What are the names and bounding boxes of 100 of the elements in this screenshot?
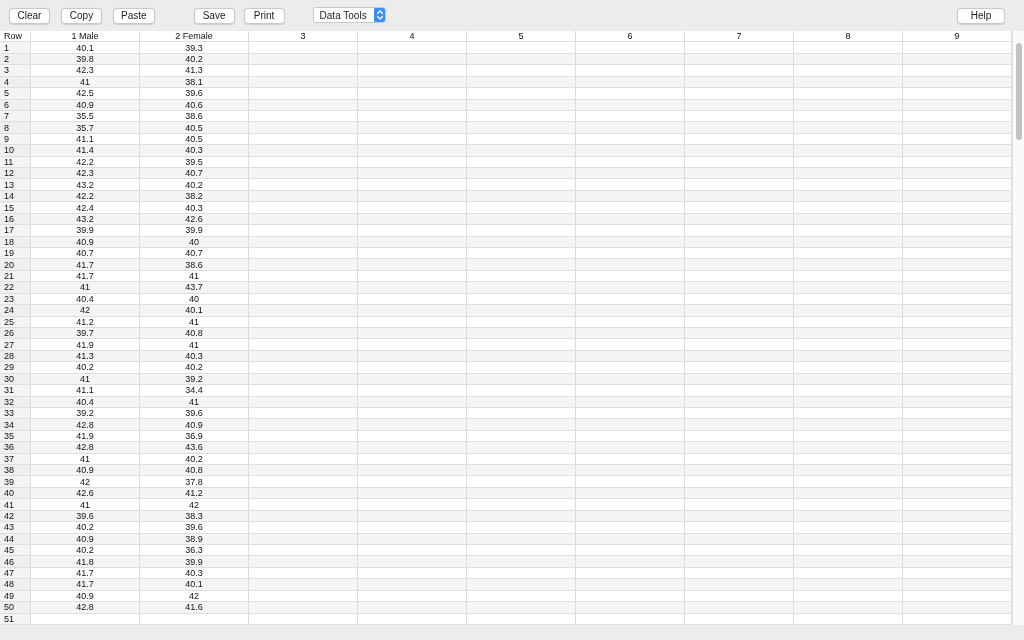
row-number: 24 <box>0 305 31 316</box>
table-cell: 41.2 <box>31 316 140 327</box>
table-cell: 41.7 <box>31 567 140 579</box>
row-number: 9 <box>0 133 31 145</box>
up-down-chevron-icon <box>373 8 385 22</box>
row-number: 50 <box>0 602 31 613</box>
table-cell: 41 <box>140 316 249 327</box>
row-number: 33 <box>0 407 31 419</box>
table-cell: 41 <box>31 499 140 510</box>
table-cell: 41 <box>31 76 140 88</box>
row-number: 39 <box>0 476 31 487</box>
column-header: 7 <box>685 31 794 42</box>
table-cell: 36.3 <box>140 545 249 556</box>
table-cell: 41.9 <box>31 339 140 350</box>
row-number: 48 <box>0 579 31 590</box>
table-cell: 40.5 <box>140 133 249 145</box>
table-cell: 40.9 <box>31 590 140 602</box>
row-number: 23 <box>0 293 31 305</box>
table-cell: 42.8 <box>31 602 140 613</box>
table-cell: 40.4 <box>31 396 140 407</box>
row-number: 31 <box>0 385 31 396</box>
table-cell: 42.5 <box>31 88 140 99</box>
column-header: 6 <box>576 31 685 42</box>
table-cell: 39.6 <box>31 510 140 522</box>
row-number: 2 <box>0 53 31 65</box>
column-header: 4 <box>358 31 467 42</box>
table-cell: 41.3 <box>31 350 140 362</box>
table-cell: 40.3 <box>140 202 249 213</box>
toolbar-button[interactable]: Clear <box>9 8 50 24</box>
table-cell: 38.3 <box>140 510 249 522</box>
table-cell: 36.9 <box>140 430 249 442</box>
scrollbar-track[interactable] <box>1012 31 1024 625</box>
row-number: 47 <box>0 567 31 579</box>
row-number: 45 <box>0 545 31 556</box>
row-number: 32 <box>0 396 31 407</box>
table-cell: 40 <box>140 293 249 305</box>
table-cell: 39.2 <box>31 407 140 419</box>
row-number: 51 <box>0 613 31 624</box>
table-cell: 42.2 <box>31 156 140 168</box>
table-cell: 39.8 <box>31 53 140 65</box>
table-cell: 42.2 <box>31 190 140 202</box>
row-number: 49 <box>0 590 31 602</box>
row-number: 30 <box>0 373 31 385</box>
row-number: 40 <box>0 487 31 499</box>
table-cell: 38.6 <box>140 259 249 270</box>
table-cell: 42.3 <box>31 168 140 179</box>
row-number: 15 <box>0 202 31 213</box>
table-cell: 41.7 <box>31 579 140 590</box>
row-number: 16 <box>0 213 31 225</box>
row-number: 34 <box>0 419 31 430</box>
table-cell: 39.9 <box>31 225 140 236</box>
table-cell: 40.5 <box>140 122 249 133</box>
row-number: 35 <box>0 430 31 442</box>
table-cell: 34.4 <box>140 385 249 396</box>
table-cell: 40.9 <box>31 465 140 476</box>
table-cell: 39.7 <box>31 327 140 339</box>
table-cell: 40.1 <box>140 579 249 590</box>
column-header: 5 <box>467 31 576 42</box>
row-number: 38 <box>0 465 31 476</box>
row-number: 19 <box>0 248 31 259</box>
table-cell: 41.6 <box>140 602 249 613</box>
table-cell: 41 <box>140 396 249 407</box>
table-cell: 41.4 <box>31 145 140 156</box>
row-number: 6 <box>0 99 31 110</box>
help-button[interactable]: Help <box>957 8 1005 24</box>
table-cell: 41 <box>31 373 140 385</box>
table-cell: 42.3 <box>31 65 140 76</box>
scrollbar-thumb[interactable] <box>1015 43 1022 140</box>
table-cell: 41.2 <box>140 487 249 499</box>
row-number: 14 <box>0 190 31 202</box>
table-cell: 39.6 <box>140 88 249 99</box>
table-cell: 42.6 <box>140 213 249 225</box>
table-cell: 39.6 <box>140 407 249 419</box>
table-cell: 41.7 <box>31 259 140 270</box>
row-number: 4 <box>0 76 31 88</box>
toolbar-button[interactable]: Save <box>193 8 235 24</box>
table-cell: 40.1 <box>31 42 140 53</box>
column-header: 1 Male <box>31 31 140 42</box>
table-cell: 35.7 <box>31 122 140 133</box>
row-number: 36 <box>0 442 31 453</box>
table-cell: 38.1 <box>140 76 249 88</box>
table-cell: 42 <box>140 499 249 510</box>
toolbar-button[interactable]: Print <box>243 8 285 24</box>
row-number: 37 <box>0 453 31 465</box>
table-cell: 40.3 <box>140 145 249 156</box>
row-number: 28 <box>0 350 31 362</box>
table-cell: 40 <box>140 236 249 247</box>
toolbar-button[interactable]: Paste <box>113 8 155 24</box>
row-number: 20 <box>0 259 31 270</box>
row-number: 25 <box>0 316 31 327</box>
table-cell: 40.6 <box>140 99 249 110</box>
row-number: 27 <box>0 339 31 350</box>
table-cell: 42 <box>31 476 140 487</box>
table-cell: 40.7 <box>31 248 140 259</box>
row-number: 8 <box>0 122 31 133</box>
table-cell: 40.9 <box>31 99 140 110</box>
table-cell: 43.2 <box>31 179 140 190</box>
dropdown[interactable]: Data Tools <box>312 7 386 23</box>
row-number: 11 <box>0 156 31 168</box>
toolbar-button[interactable]: Copy <box>61 8 102 24</box>
